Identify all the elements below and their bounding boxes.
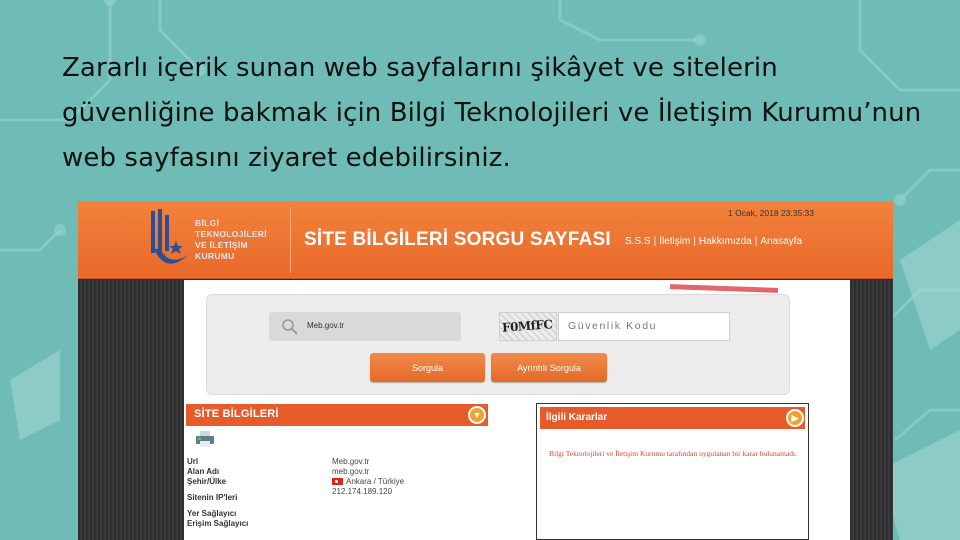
search-icon <box>282 319 298 335</box>
info-value: 212.174.189.120 <box>332 487 393 496</box>
info-label: Sitenin IP'leri <box>187 493 238 502</box>
site-info-values: Meb.gov.tr meb.gov.tr Ankara / Türkiye 2… <box>332 457 404 497</box>
turkey-flag-icon <box>332 478 343 485</box>
site-info-header: SİTE BİLGİLERİ <box>186 404 488 426</box>
printer-icon[interactable] <box>195 430 215 448</box>
info-label: Yer Sağlayıcı <box>187 509 237 518</box>
decisions-title: İlgili Kararlar <box>546 412 608 423</box>
info-value: Meb.gov.tr <box>332 457 370 466</box>
info-value-location: Ankara / Türkiye <box>332 477 404 487</box>
info-value: Ankara / Türkiye <box>346 477 405 486</box>
headline-text: Zararlı içerik sunan web sayfalarını şik… <box>62 53 922 173</box>
captcha-placeholder: Güvenlik Kodu <box>568 320 658 332</box>
decisions-message: Bilgi Teknolojileri ve İletişim Kurumu t… <box>548 449 798 458</box>
site-info-labels: Url Alan Adı Şehir/Ülke Sitenin IP'leri … <box>187 457 248 529</box>
page-body: Meb.gov.tr F0MfFC Güvenlik Kodu Sorgula … <box>78 201 893 540</box>
detailed-query-button[interactable]: Ayrıntılı Sorgula <box>491 353 607 382</box>
info-value: meb.gov.tr <box>332 467 370 476</box>
info-label: Şehir/Ülke <box>187 477 227 486</box>
chevron-down-icon[interactable]: ▼ <box>468 406 486 424</box>
chevron-right-icon[interactable]: ▶ <box>786 409 804 427</box>
decisions-header: İlgili Kararlar <box>540 407 805 429</box>
site-info-title: SİTE BİLGİLERİ <box>194 408 279 420</box>
info-label: Url <box>187 457 199 466</box>
info-label: Erişim Sağlayıcı <box>187 519 249 528</box>
info-label: Alan Adı <box>187 467 220 476</box>
search-value: Meb.gov.tr <box>307 321 345 330</box>
query-button[interactable]: Sorgula <box>370 353 485 382</box>
